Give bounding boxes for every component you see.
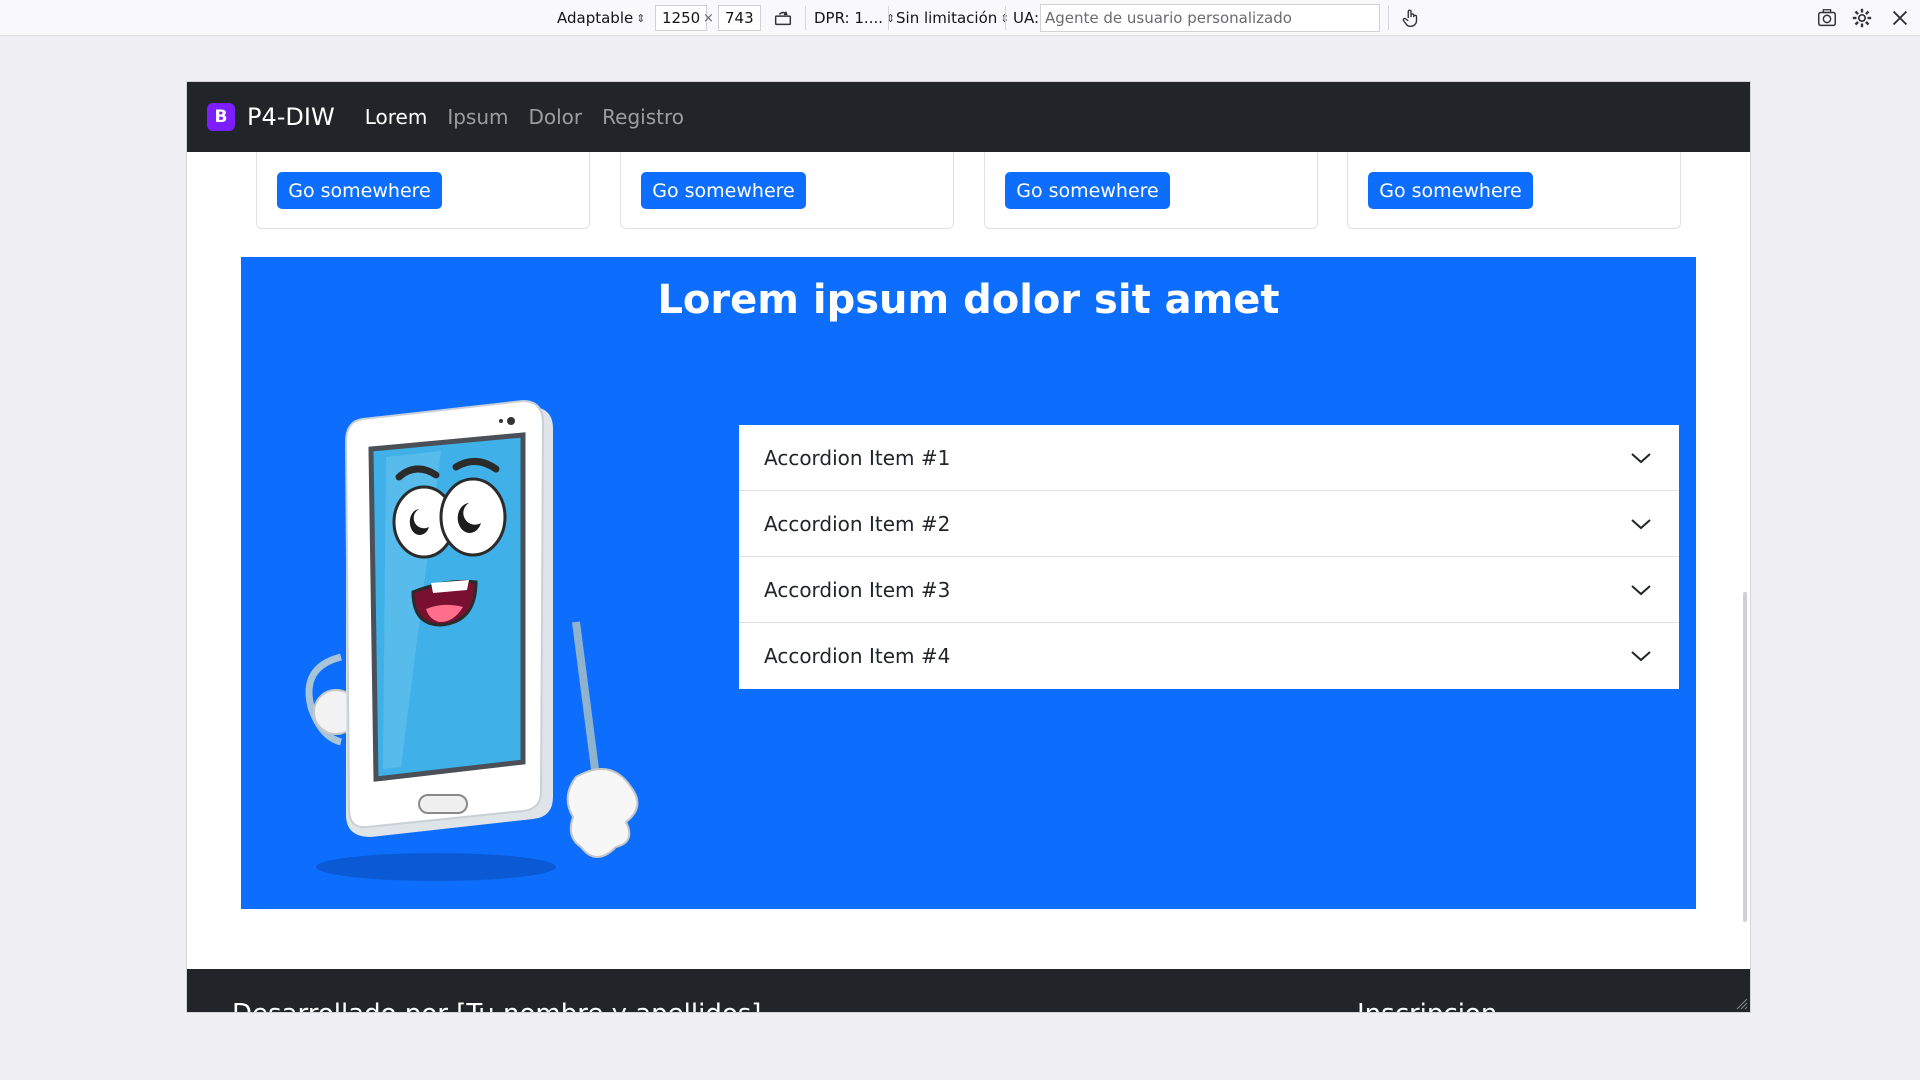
accordion-item-label: Accordion Item #1	[764, 445, 951, 470]
user-agent-input[interactable]: Agente de usuario personalizado	[1040, 4, 1380, 32]
accordion-item-4[interactable]: Accordion Item #4	[739, 623, 1679, 689]
chevron-down-icon	[1631, 651, 1651, 662]
accordion-item-1[interactable]: Accordion Item #1	[739, 425, 1679, 491]
rotate-icon[interactable]	[772, 0, 794, 36]
section-title: Lorem ipsum dolor sit amet	[657, 277, 1280, 323]
accordion-item-label: Accordion Item #2	[764, 511, 951, 536]
accordion: Accordion Item #1 Accordion Item #2 Acco…	[739, 425, 1679, 689]
go-somewhere-button[interactable]: Go somewhere	[1005, 172, 1170, 209]
nav-link-ipsum[interactable]: Ipsum	[447, 105, 508, 129]
settings-icon[interactable]	[1851, 0, 1873, 36]
nav-link-dolor[interactable]: Dolor	[528, 105, 582, 129]
throttle-selector[interactable]: Sin limitación	[896, 0, 1009, 36]
go-somewhere-button[interactable]: Go somewhere	[1368, 172, 1533, 209]
dpr-selector[interactable]: DPR: 1....	[814, 0, 895, 36]
device-selector[interactable]: Adaptable	[557, 0, 645, 36]
nav-link-registro[interactable]: Registro	[602, 105, 684, 129]
feature-section: Lorem ipsum dolor sit amet Accordion Ite…	[241, 257, 1696, 909]
viewport-width-input[interactable]: 1250	[655, 5, 708, 31]
navbar-brand[interactable]: P4-DIW	[247, 103, 335, 131]
phone-mascot-illustration	[305, 399, 639, 881]
viewport-height-input[interactable]: 743	[718, 5, 761, 31]
page-scrollbar[interactable]	[1743, 592, 1747, 922]
accordion-item-label: Accordion Item #4	[764, 644, 951, 668]
dimension-separator: ×	[703, 10, 714, 26]
chevron-down-icon	[1631, 584, 1651, 595]
page-viewport: B P4-DIW Lorem Ipsum Dolor Registro Go s…	[187, 82, 1750, 1012]
chevron-down-icon	[1631, 452, 1651, 463]
resize-handle-icon[interactable]	[1734, 996, 1748, 1010]
screenshot-icon[interactable]	[1816, 0, 1838, 36]
accordion-item-3[interactable]: Accordion Item #3	[739, 557, 1679, 623]
responsive-toolbar: Adaptable 1250 × 743 DPR: 1.... Sin limi…	[0, 0, 1920, 36]
navbar: B P4-DIW Lorem Ipsum Dolor Registro	[187, 82, 1750, 152]
go-somewhere-button[interactable]: Go somewhere	[277, 172, 442, 209]
touch-simulation-icon[interactable]	[1400, 0, 1422, 36]
go-somewhere-button[interactable]: Go somewhere	[641, 172, 806, 209]
accordion-item-2[interactable]: Accordion Item #2	[739, 491, 1679, 557]
footer-credit: Desarrollado por [Tu nombre y apellidos]	[232, 999, 761, 1012]
ua-label: UA:	[1013, 9, 1040, 27]
accordion-item-label: Accordion Item #3	[764, 577, 951, 602]
nav-link-lorem[interactable]: Lorem	[365, 105, 428, 129]
bootstrap-logo-icon[interactable]: B	[207, 103, 235, 131]
close-icon[interactable]	[1889, 0, 1911, 36]
chevron-down-icon	[1631, 518, 1651, 529]
footer-link[interactable]: Inscripcion	[1357, 999, 1497, 1012]
footer: Desarrollado por [Tu nombre y apellidos]…	[187, 969, 1750, 1012]
